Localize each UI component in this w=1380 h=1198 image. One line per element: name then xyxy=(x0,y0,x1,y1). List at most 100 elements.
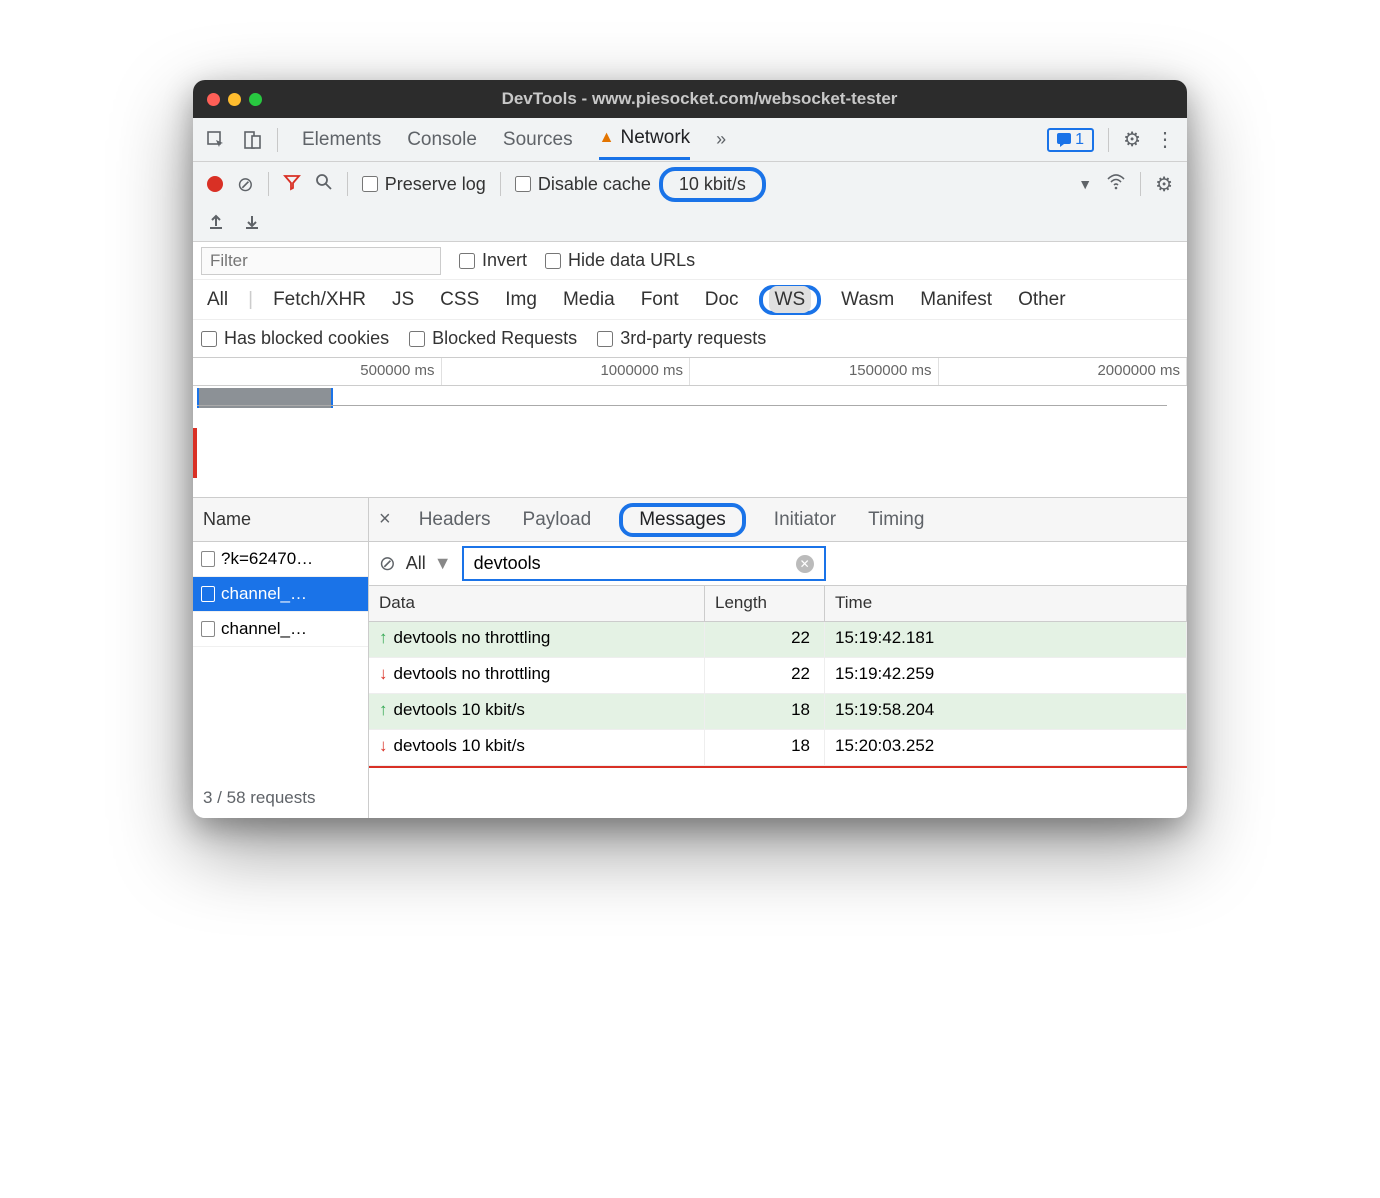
warning-icon: ▲ xyxy=(599,129,615,147)
message-row[interactable]: ↑devtools 10 kbit/s 18 15:19:58.204 xyxy=(369,694,1187,730)
divider xyxy=(347,172,348,196)
clear-icon[interactable]: ⊘ xyxy=(237,172,254,197)
type-other[interactable]: Other xyxy=(1012,286,1072,314)
type-doc[interactable]: Doc xyxy=(699,286,745,314)
type-font[interactable]: Font xyxy=(635,286,685,314)
issues-badge[interactable]: 1 xyxy=(1047,128,1094,152)
tab-messages-highlight: Messages xyxy=(619,503,746,537)
message-filter-input[interactable]: devtools ✕ xyxy=(462,546,826,581)
arrow-down-icon: ↓ xyxy=(379,736,388,755)
timeline-label: 1500000 ms xyxy=(690,358,939,385)
filter-icon[interactable] xyxy=(283,173,301,196)
divider xyxy=(268,172,269,196)
message-type-selector[interactable]: All ▼ xyxy=(406,553,452,574)
type-ws[interactable]: WS xyxy=(769,286,812,313)
timeline-overview[interactable]: 500000 ms 1000000 ms 1500000 ms 2000000 … xyxy=(193,358,1187,498)
settings-icon[interactable]: ⚙ xyxy=(1123,127,1141,152)
type-js[interactable]: JS xyxy=(386,286,420,314)
more-tabs-icon[interactable]: » xyxy=(716,129,726,150)
network-settings-icon[interactable]: ⚙ xyxy=(1155,172,1173,197)
close-icon[interactable]: × xyxy=(379,508,391,531)
clear-input-icon[interactable]: ✕ xyxy=(796,555,814,573)
preserve-log-checkbox[interactable]: Preserve log xyxy=(362,174,486,195)
file-icon xyxy=(201,551,215,567)
name-header: Name xyxy=(193,498,368,542)
tab-initiator[interactable]: Initiator xyxy=(770,501,840,539)
tab-payload[interactable]: Payload xyxy=(519,501,596,539)
throttle-selector[interactable]: 10 kbit/s xyxy=(659,167,766,202)
third-party-checkbox[interactable]: 3rd-party requests xyxy=(597,328,766,349)
timeline-label: 500000 ms xyxy=(193,358,442,385)
request-row[interactable]: channel_… xyxy=(193,612,368,647)
disable-cache-checkbox[interactable]: Disable cache xyxy=(515,174,651,195)
download-icon[interactable] xyxy=(243,212,261,235)
timeline-track xyxy=(197,405,1167,406)
arrow-up-icon: ↑ xyxy=(379,628,388,647)
badge-count: 1 xyxy=(1075,131,1084,149)
file-icon xyxy=(201,621,215,637)
col-time: Time xyxy=(825,586,1187,621)
tab-timing[interactable]: Timing xyxy=(864,501,928,539)
tab-elements[interactable]: Elements xyxy=(302,121,381,159)
tab-sources[interactable]: Sources xyxy=(503,121,573,159)
detail-area: Name ?k=62470… channel_… channel_… 3 / 5… xyxy=(193,498,1187,818)
blocked-requests-checkbox[interactable]: Blocked Requests xyxy=(409,328,577,349)
timeline-label: 2000000 ms xyxy=(939,358,1188,385)
timeline-label: 1000000 ms xyxy=(442,358,691,385)
detail-pane: × Headers Payload Messages Initiator Tim… xyxy=(369,498,1187,818)
hide-data-urls-checkbox[interactable]: Hide data URLs xyxy=(545,250,695,271)
divider xyxy=(1108,128,1109,152)
advanced-filter-bar: Has blocked cookies Blocked Requests 3rd… xyxy=(193,320,1187,358)
tab-network-label: Network xyxy=(620,127,690,149)
filter-input[interactable] xyxy=(201,247,441,275)
detail-tabs: × Headers Payload Messages Initiator Tim… xyxy=(369,498,1187,542)
titlebar: DevTools - www.piesocket.com/websocket-t… xyxy=(193,80,1187,118)
main-toolbar: Elements Console Sources ▲ Network » 1 ⚙… xyxy=(193,118,1187,162)
record-button[interactable] xyxy=(207,176,223,192)
tab-network[interactable]: ▲ Network xyxy=(599,119,691,160)
message-filter-bar: ⊘ All ▼ devtools ✕ xyxy=(369,542,1187,586)
filter-bar: Invert Hide data URLs xyxy=(193,242,1187,280)
inspect-icon[interactable] xyxy=(205,129,227,151)
end-marker xyxy=(369,766,1187,768)
request-row[interactable]: channel_… xyxy=(193,577,368,612)
invert-checkbox[interactable]: Invert xyxy=(459,250,527,271)
message-row[interactable]: ↓devtools no throttling 22 15:19:42.259 xyxy=(369,658,1187,694)
message-row[interactable]: ↓devtools 10 kbit/s 18 15:20:03.252 xyxy=(369,730,1187,766)
devtools-window: DevTools - www.piesocket.com/websocket-t… xyxy=(193,80,1187,818)
network-conditions-icon[interactable] xyxy=(1106,173,1126,196)
tab-headers[interactable]: Headers xyxy=(415,501,495,539)
device-icon[interactable] xyxy=(241,129,263,151)
clear-messages-icon[interactable]: ⊘ xyxy=(379,551,396,576)
type-all[interactable]: All xyxy=(201,286,234,314)
more-menu-icon[interactable]: ⋮ xyxy=(1155,127,1175,152)
arrow-down-icon: ↓ xyxy=(379,664,388,683)
arrow-up-icon: ↑ xyxy=(379,700,388,719)
type-img[interactable]: Img xyxy=(499,286,543,314)
blocked-cookies-checkbox[interactable]: Has blocked cookies xyxy=(201,328,389,349)
divider xyxy=(1140,172,1141,196)
message-row[interactable]: ↑devtools no throttling 22 15:19:42.181 xyxy=(369,622,1187,658)
request-row[interactable]: ?k=62470… xyxy=(193,542,368,577)
type-filter-bar: All | Fetch/XHR JS CSS Img Media Font Do… xyxy=(193,280,1187,320)
minimize-icon[interactable] xyxy=(228,93,241,106)
type-wasm[interactable]: Wasm xyxy=(835,286,900,314)
window-title: DevTools - www.piesocket.com/websocket-t… xyxy=(276,89,1123,109)
type-media[interactable]: Media xyxy=(557,286,621,314)
tab-console[interactable]: Console xyxy=(407,121,477,159)
divider xyxy=(277,128,278,152)
throttle-caret-icon[interactable]: ▼ xyxy=(1078,176,1092,192)
type-css[interactable]: CSS xyxy=(434,286,485,314)
network-toolbar: ⊘ Preserve log Disable cache 10 kbit/s ▼… xyxy=(193,162,1187,206)
maximize-icon[interactable] xyxy=(249,93,262,106)
upload-icon[interactable] xyxy=(207,212,225,235)
col-length: Length xyxy=(705,586,825,621)
tab-messages[interactable]: Messages xyxy=(635,501,730,538)
close-icon[interactable] xyxy=(207,93,220,106)
type-manifest[interactable]: Manifest xyxy=(914,286,998,314)
file-icon xyxy=(201,586,215,602)
col-data: Data xyxy=(369,586,705,621)
divider xyxy=(500,172,501,196)
search-icon[interactable] xyxy=(315,173,333,196)
type-fetch[interactable]: Fetch/XHR xyxy=(267,286,372,314)
